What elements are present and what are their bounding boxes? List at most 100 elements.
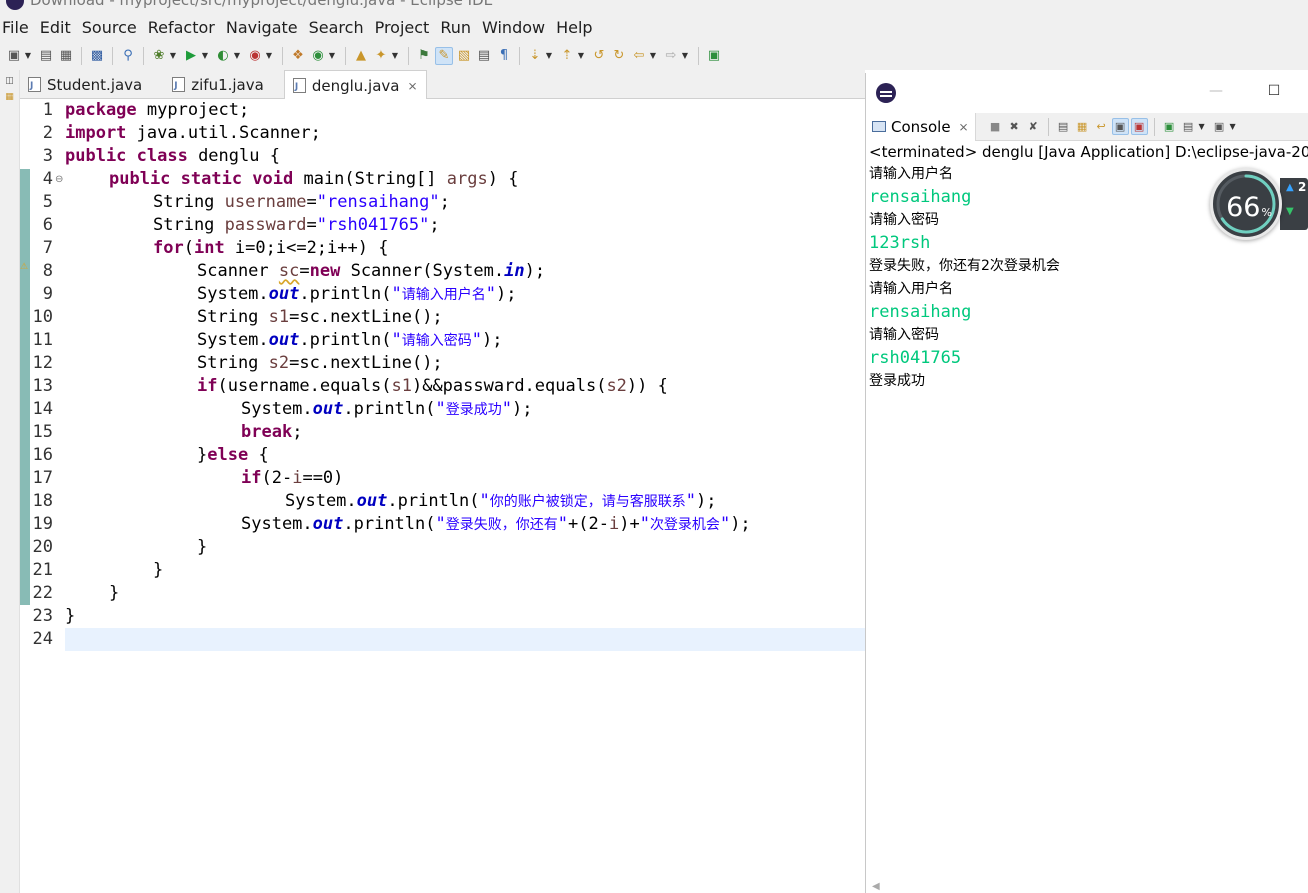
maximize-icon[interactable]: ☐ <box>1264 81 1284 101</box>
coverage-dropdown-arrow-icon[interactable]: ▼ <box>233 47 241 65</box>
debug-icon[interactable]: ❀ <box>150 47 168 65</box>
tab-label: Student.java <box>47 75 143 94</box>
last-edit-forward-icon[interactable]: ↻ <box>610 47 628 65</box>
keyword-token: import <box>65 123 127 143</box>
menu-run[interactable]: Run <box>437 18 476 37</box>
back-dropdown-arrow-icon[interactable]: ▼ <box>649 47 657 65</box>
scroll-lock-icon[interactable]: ▦ <box>1074 118 1091 135</box>
line-number: 6 <box>42 215 53 235</box>
close-icon[interactable]: ⨯ <box>407 79 417 93</box>
code-token: .println( <box>343 399 436 419</box>
code-area[interactable]: package myproject; import java.util.Scan… <box>65 99 865 893</box>
tab-label: zifu1.java <box>191 75 264 94</box>
code-line: }else { <box>65 444 865 467</box>
tab-label: denglu.java <box>311 76 400 95</box>
field-token: out <box>268 284 300 304</box>
menu-file[interactable]: File <box>0 18 34 37</box>
pilcrow-icon[interactable]: ¶ <box>495 47 513 65</box>
toggle-mark-occurrences-icon[interactable]: ⚑ <box>415 47 433 65</box>
debug-dropdown-arrow-icon[interactable]: ▼ <box>169 47 177 65</box>
remove-all-terminated-icon[interactable]: ✘ <box>1025 118 1042 135</box>
keyword-token: for <box>153 238 184 258</box>
open-type-icon[interactable]: ▲ <box>352 47 370 65</box>
menu-search[interactable]: Search <box>306 18 369 37</box>
new-dropdown-arrow-icon[interactable]: ▼ <box>24 47 32 65</box>
show-whitespace-icon[interactable]: ▤ <box>475 47 493 65</box>
remove-launch-icon[interactable]: ✖ <box>1006 118 1023 135</box>
network-speed-value: 2 <box>1298 180 1307 194</box>
variable-token: sc <box>278 261 300 281</box>
code-token: ); <box>496 284 517 304</box>
menu-source[interactable]: Source <box>79 18 142 37</box>
menu-navigate[interactable]: Navigate <box>223 18 303 37</box>
pin-console-icon[interactable]: ▣ <box>1161 118 1178 135</box>
menu-edit[interactable]: Edit <box>37 18 76 37</box>
code-editor[interactable]: ⚠ 1 2 3 4 5 6 7 8 9 10 11 12 13 14 15 16… <box>20 99 865 893</box>
back-icon[interactable]: ⇦ <box>630 47 648 65</box>
block-selection-icon[interactable]: ▧ <box>455 47 473 65</box>
code-line: break; <box>65 421 865 444</box>
toolbar-separator <box>698 46 699 65</box>
package-explorer-icon[interactable]: ▦ <box>4 92 16 102</box>
highlight-icon[interactable]: ✎ <box>435 46 453 65</box>
menu-refactor[interactable]: Refactor <box>145 18 220 37</box>
terminal-icon[interactable]: ▩ <box>88 47 106 65</box>
forward-icon[interactable]: ⇨ <box>662 47 680 65</box>
open-console-icon[interactable]: ▣ <box>1211 118 1228 135</box>
forward-dropdown-arrow-icon[interactable]: ▼ <box>681 47 689 65</box>
next-annotation-dropdown-arrow-icon[interactable]: ▼ <box>545 47 553 65</box>
previous-annotation-icon[interactable]: ⇡ <box>558 47 576 65</box>
performance-widget[interactable]: ▲ 2 ▼ 66% <box>1208 168 1308 242</box>
external-tools-icon[interactable]: ◉ <box>246 47 264 65</box>
new-java-project-icon[interactable]: ❖ <box>289 47 307 65</box>
terminate-icon[interactable]: ■ <box>987 118 1004 135</box>
eclipse-logo-icon <box>876 83 896 103</box>
open-console-dropdown-arrow-icon[interactable]: ▼ <box>1229 118 1237 136</box>
open-perspective-icon[interactable]: ▣ <box>705 47 723 65</box>
keyword-token: break <box>241 422 293 442</box>
coverage-icon[interactable]: ◐ <box>214 47 232 65</box>
run-dropdown-arrow-icon[interactable]: ▼ <box>201 47 209 65</box>
next-annotation-icon[interactable]: ⇣ <box>526 47 544 65</box>
code-token: )+ <box>619 514 640 534</box>
line-number: 8 <box>42 261 53 281</box>
tab-console[interactable]: Console ⨯ <box>866 112 976 141</box>
code-token: ) { <box>487 169 519 189</box>
tab-denglu-java[interactable]: J denglu.java ⨯ <box>283 70 427 100</box>
menu-window[interactable]: Window <box>479 18 550 37</box>
menu-help[interactable]: Help <box>553 18 597 37</box>
tab-zifu1-java[interactable]: J zifu1.java <box>164 70 272 99</box>
last-edit-icon[interactable]: ↺ <box>590 47 608 65</box>
search-icon[interactable]: ✦ <box>372 47 390 65</box>
external-tools-dropdown-arrow-icon[interactable]: ▼ <box>265 47 273 65</box>
code-line: System.out.println("登录成功"); <box>65 398 865 421</box>
tab-student-java[interactable]: J Student.java <box>20 70 150 99</box>
show-on-stdout-icon[interactable]: ▣ <box>1111 118 1129 135</box>
previous-annotation-dropdown-arrow-icon[interactable]: ▼ <box>577 47 585 65</box>
console-output[interactable]: 请输入用户名 rensaihang 请输入密码 123rsh 登录失败，你还有2… <box>866 163 1308 883</box>
clear-console-icon[interactable]: ▤ <box>1055 118 1072 135</box>
keyword-token: if <box>241 468 262 488</box>
search-type-icon[interactable]: ⚲ <box>119 47 137 65</box>
search-dropdown-arrow-icon[interactable]: ▼ <box>391 47 399 65</box>
close-icon[interactable]: ⨯ <box>959 120 969 134</box>
scroll-left-icon[interactable]: ◀ <box>872 881 880 892</box>
run-icon[interactable]: ▶ <box>182 47 200 65</box>
show-on-stderr-icon[interactable]: ▣ <box>1130 118 1148 135</box>
collapse-icon[interactable]: ⊖ <box>55 174 63 185</box>
minimize-icon[interactable]: — <box>1206 81 1226 101</box>
console-icon <box>872 121 886 132</box>
save-all-icon[interactable]: ▦ <box>57 47 75 65</box>
save-icon[interactable]: ▤ <box>37 47 55 65</box>
field-token: out <box>268 330 300 350</box>
new-class-icon[interactable]: ◉ <box>309 47 327 65</box>
menu-project[interactable]: Project <box>372 18 435 37</box>
new-class-dropdown-arrow-icon[interactable]: ▼ <box>328 47 336 65</box>
display-selected-console-icon[interactable]: ▤ <box>1180 118 1197 135</box>
eclipse-logo-icon <box>6 0 24 10</box>
word-wrap-icon[interactable]: ↩ <box>1093 118 1110 135</box>
horizontal-scrollbar[interactable]: ◀ <box>866 881 1308 893</box>
restore-icon[interactable]: ◫ <box>4 76 16 86</box>
display-console-dropdown-arrow-icon[interactable]: ▼ <box>1198 118 1206 136</box>
new-icon[interactable]: ▣ <box>5 47 23 65</box>
